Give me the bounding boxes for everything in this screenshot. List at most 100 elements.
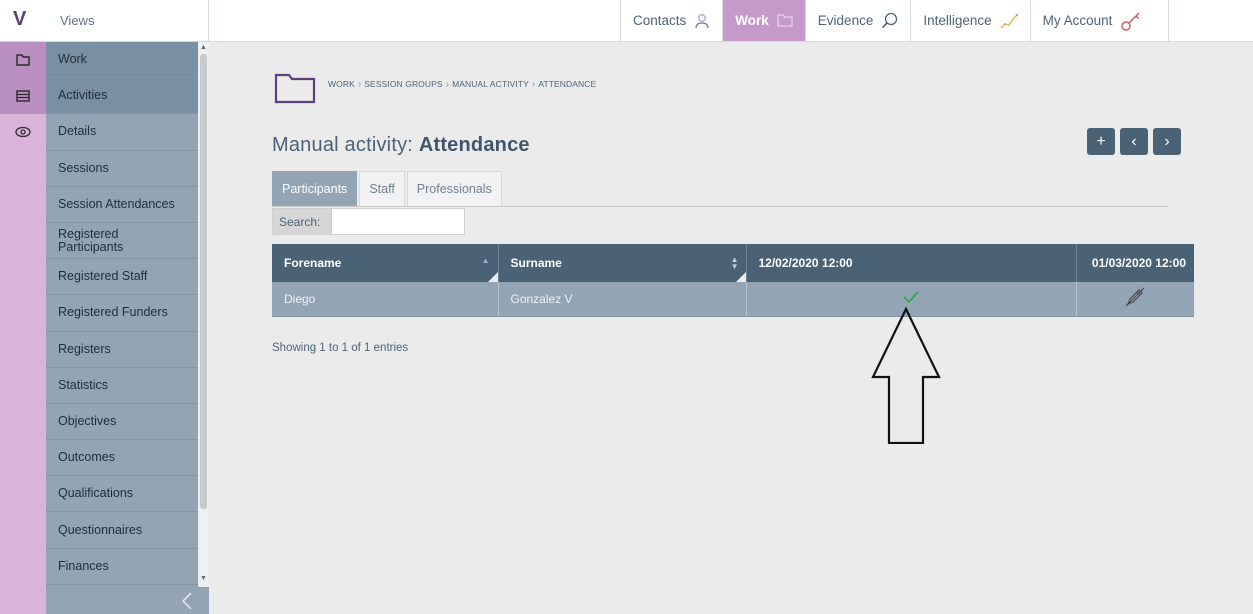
tab-professionals[interactable]: Professionals [406, 171, 502, 206]
breadcrumb-item[interactable]: MANUAL ACTIVITY [452, 79, 529, 89]
person-icon [695, 13, 709, 28]
up-arrow-icon [871, 306, 941, 444]
sidebar-item-label: Activities [58, 88, 108, 103]
app-logo[interactable]: V [13, 9, 31, 29]
chevron-left-icon[interactable] [182, 592, 192, 610]
sidebar-item-label: Session Attendances [58, 196, 175, 211]
divider [272, 206, 1168, 207]
sidebar-item-session-attendances[interactable]: Session Attendances [46, 187, 198, 223]
activities-icon-cell[interactable] [0, 78, 46, 115]
sidebar-nav: Work Activities Details Sessions Session… [46, 42, 198, 614]
column-header-forename[interactable]: Forename ▲ [272, 244, 499, 282]
checkmark-icon[interactable] [903, 291, 919, 304]
cell-forename: Diego [272, 282, 499, 317]
tab-contacts[interactable]: Contacts [620, 0, 722, 41]
sort-ascending-icon: ▲ [481, 256, 490, 265]
work-icon-cell[interactable] [0, 42, 46, 79]
breadcrumb-separator-icon: › [445, 79, 450, 90]
sidebar-header: V Views [0, 0, 209, 42]
folder-icon [777, 14, 793, 27]
tab-label: Intelligence [923, 13, 992, 28]
sidebar-item-questionnaires[interactable]: Questionnaires [46, 512, 198, 549]
column-header-label: Forename [284, 256, 342, 270]
breadcrumb: WORK › SESSION GROUPS › MANUAL ACTIVITY › ATTE… [328, 79, 596, 90]
column-header-label: 01/03/2020 12:00 [1091, 256, 1186, 270]
tab-label: Work [735, 13, 769, 28]
sidebar-item-registered-staff[interactable]: Registered Staff [46, 259, 198, 296]
tab-label: Evidence [817, 13, 874, 28]
sort-icon: ▲ ▼ [730, 255, 739, 271]
cell-session-2[interactable] [1076, 282, 1194, 317]
breadcrumb-item[interactable]: SESSION GROUPS [364, 79, 442, 89]
tab-label: My Account [1042, 13, 1113, 28]
column-header-session-2[interactable]: 01/03/2020 12:00 [1076, 244, 1194, 282]
views-label: Views [60, 13, 95, 28]
breadcrumb-separator-icon: › [357, 79, 362, 90]
sidebar-item-label: Objectives [58, 413, 117, 428]
top-navigation: Contacts Work Evidence Intelligence My A… [209, 0, 1253, 42]
tab-participants[interactable]: Participants [272, 171, 358, 206]
tab-staff[interactable]: Staff [359, 171, 405, 206]
sidebar-item-outcomes[interactable]: Outcomes [46, 440, 198, 477]
attendance-table: Forename ▲ Surname ▲ ▼ 12/02/2020 12:00 0… [272, 244, 1194, 317]
tab-intelligence[interactable]: Intelligence [910, 0, 1029, 41]
sidebar-item-label: Work [58, 52, 87, 67]
table-header-row: Forename ▲ Surname ▲ ▼ 12/02/2020 12:00 0… [272, 244, 1194, 282]
resize-corner [487, 272, 498, 282]
folder-icon [16, 54, 30, 66]
details-icon-cell[interactable] [0, 114, 46, 150]
sidebar-item-label: Registered Funders [58, 305, 168, 320]
sidebar-item-finances[interactable]: Finances [46, 549, 198, 585]
eye-icon [15, 127, 31, 138]
tab-my-account[interactable]: My Account [1029, 0, 1170, 41]
sidebar-item-details[interactable]: Details [46, 114, 198, 151]
sidebar-scroll-thumb[interactable] [200, 54, 207, 509]
search-input[interactable] [331, 209, 464, 234]
next-button[interactable]: › [1153, 128, 1181, 155]
sidebar-item-statistics[interactable]: Statistics [46, 368, 198, 404]
column-header-label: 12/02/2020 12:00 [758, 256, 853, 270]
sidebar-item-label: Registers [58, 341, 111, 356]
column-header-surname[interactable]: Surname ▲ ▼ [498, 244, 747, 282]
sidebar-item-label: Registered Staff [58, 269, 148, 284]
sidebar-item-qualifications[interactable]: Qualifications [46, 476, 198, 513]
sidebar-item-registered-funders[interactable]: Registered Funders [46, 295, 198, 332]
sidebar-item-label: Registered Participants [58, 226, 124, 254]
cell-surname: Gonzalez V [498, 282, 747, 317]
scroll-down-arrow-icon[interactable]: ▼ [198, 574, 209, 584]
breadcrumb-item: ATTENDANCE [538, 79, 597, 89]
magnifier-icon [882, 12, 898, 29]
sidebar-item-label: Questionnaires [58, 522, 143, 537]
sidebar-collapse-bar[interactable] [46, 587, 209, 614]
search-label: Search: [279, 214, 321, 229]
sidebar-item-work[interactable]: Work [46, 42, 198, 79]
subtabs: Participants Staff Professionals [272, 171, 504, 206]
pencil-off-icon[interactable] [1124, 286, 1146, 308]
scroll-up-arrow-icon[interactable]: ▲ [198, 43, 209, 53]
sidebar-item-label: Statistics [58, 377, 109, 392]
table-row[interactable]: Diego Gonzalez V [272, 282, 1194, 317]
tab-label: Contacts [633, 13, 687, 28]
tab-work[interactable]: Work [722, 0, 805, 41]
key-icon [1121, 12, 1140, 31]
sidebar-item-objectives[interactable]: Objectives [46, 404, 198, 441]
resize-corner [735, 272, 746, 282]
sidebar-item-activities[interactable]: Activities [46, 78, 198, 115]
add-button[interactable]: + [1087, 128, 1115, 155]
action-buttons: + ‹ › [1087, 128, 1181, 155]
previous-button[interactable]: ‹ [1120, 128, 1148, 155]
breadcrumb-item[interactable]: WORK [328, 79, 355, 89]
table-info: Showing 1 to 1 of 1 entries [272, 342, 409, 354]
page-title-prefix: Manual activity: [272, 134, 414, 156]
page-title-main: Attendance [418, 134, 530, 156]
sidebar-icon-strip [0, 42, 46, 614]
sidebar-item-sessions[interactable]: Sessions [46, 151, 198, 187]
column-header-session-1[interactable]: 12/02/2020 12:00 [746, 244, 1077, 282]
sidebar-item-registers[interactable]: Registers [46, 332, 198, 368]
tab-evidence[interactable]: Evidence [804, 0, 911, 41]
sidebar-item-registered-participants[interactable]: Registered Participants [46, 223, 198, 260]
breadcrumb-separator-icon: › [531, 79, 536, 90]
search-box: Search: [272, 208, 465, 235]
folder-icon [274, 73, 316, 104]
sidebar: V Views Work Activities Details Sessions… [0, 0, 209, 614]
